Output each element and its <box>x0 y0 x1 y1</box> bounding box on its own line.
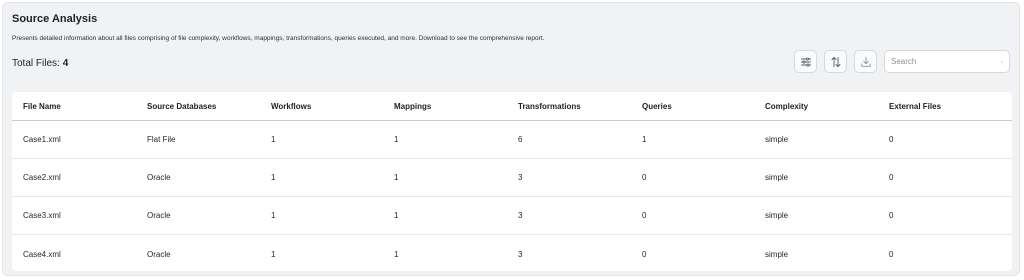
source-files-table: File Name Source Databases Workflows Map… <box>12 92 1012 271</box>
search-input[interactable] <box>891 57 1001 66</box>
column-header-external-files[interactable]: External Files <box>878 102 1012 111</box>
sort-arrows-icon <box>831 56 840 67</box>
cell-complexity: simple <box>765 135 789 144</box>
cell-queries: 0 <box>642 211 647 220</box>
cell-file-name: Case4.xml <box>23 249 61 259</box>
cell-workflows: 1 <box>271 135 276 144</box>
cell-mappings: 1 <box>394 249 399 259</box>
cell-source-databases: Oracle <box>147 249 171 259</box>
source-analysis-panel: Source Analysis Presents detailed inform… <box>2 2 1020 276</box>
column-header-mappings[interactable]: Mappings <box>383 102 507 111</box>
table-row[interactable]: Case3.xml Oracle 1 1 3 0 simple 0 <box>12 197 1012 235</box>
cell-transformations: 3 <box>518 249 523 259</box>
search-icon[interactable] <box>1001 57 1003 67</box>
cell-complexity: simple <box>765 173 789 182</box>
column-header-transformations[interactable]: Transformations <box>507 102 631 111</box>
sort-button[interactable] <box>824 50 847 73</box>
toolbar <box>794 50 1010 73</box>
filter-button[interactable] <box>794 50 817 73</box>
total-files-label: Total Files: <box>12 58 60 69</box>
cell-transformations: 3 <box>518 173 523 182</box>
cell-external-files: 0 <box>889 211 894 220</box>
cell-transformations: 6 <box>518 135 523 144</box>
column-header-complexity[interactable]: Complexity <box>754 102 878 111</box>
table-row[interactable]: Case1.xml Flat File 1 1 6 1 simple 0 <box>12 121 1012 159</box>
column-header-workflows[interactable]: Workflows <box>260 102 383 111</box>
cell-external-files: 0 <box>889 173 894 182</box>
cell-workflows: 1 <box>271 211 276 220</box>
cell-queries: 0 <box>642 173 647 182</box>
total-files-count: 4 <box>62 58 69 69</box>
cell-file-name: Case3.xml <box>23 211 61 220</box>
column-header-file-name[interactable]: File Name <box>12 102 136 111</box>
cell-mappings: 1 <box>394 173 399 182</box>
cell-mappings: 1 <box>394 135 399 144</box>
cell-external-files: 0 <box>889 249 894 259</box>
cell-complexity: simple <box>765 211 789 220</box>
table-row[interactable]: Case4.xml Oracle 1 1 3 0 simple 0 <box>12 235 1012 271</box>
download-icon <box>860 56 871 67</box>
cell-queries: 1 <box>642 135 647 144</box>
download-button[interactable] <box>854 50 877 73</box>
cell-external-files: 0 <box>889 135 894 144</box>
table-row[interactable]: Case2.xml Oracle 1 1 3 0 simple 0 <box>12 159 1012 197</box>
page-title: Source Analysis <box>12 13 98 25</box>
page-description: Presents detailed information about all … <box>12 35 545 42</box>
cell-complexity: simple <box>765 249 789 259</box>
table-header-row: File Name Source Databases Workflows Map… <box>12 92 1012 121</box>
cell-transformations: 3 <box>518 211 523 220</box>
column-header-queries[interactable]: Queries <box>631 102 754 111</box>
cell-source-databases: Oracle <box>147 173 171 182</box>
cell-mappings: 1 <box>394 211 399 220</box>
cell-queries: 0 <box>642 249 647 259</box>
cell-file-name: Case2.xml <box>23 173 61 182</box>
cell-file-name: Case1.xml <box>23 135 61 144</box>
column-header-source-databases[interactable]: Source Databases <box>136 102 260 111</box>
sliders-icon <box>800 56 811 67</box>
total-files: Total Files: 4 <box>12 58 68 69</box>
search-box[interactable] <box>884 50 1010 73</box>
cell-workflows: 1 <box>271 173 276 182</box>
cell-source-databases: Oracle <box>147 211 171 220</box>
cell-workflows: 1 <box>271 249 276 259</box>
cell-source-databases: Flat File <box>147 135 176 144</box>
